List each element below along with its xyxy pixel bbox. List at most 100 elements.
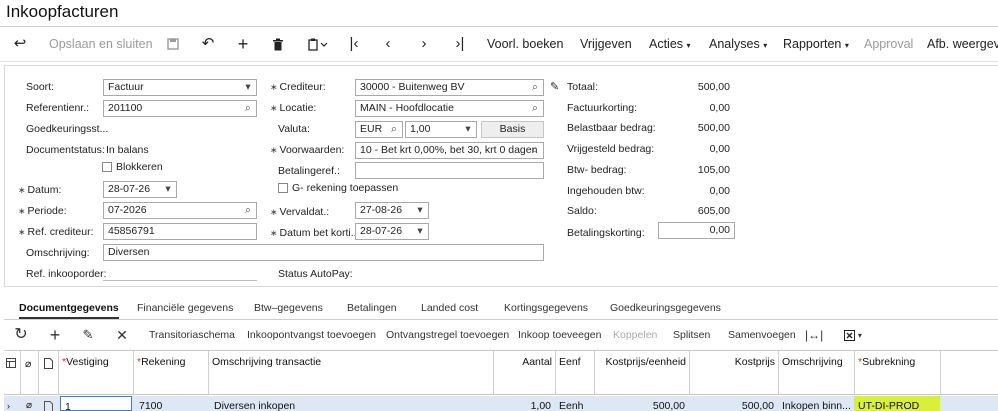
- document-icon: [40, 396, 56, 411]
- period-field[interactable]: 07-2026 ⌕: [103, 202, 257, 219]
- actions-menu[interactable]: Acties ▾: [649, 28, 691, 60]
- tab-approval-data[interactable]: Goedkeuringsgegevens: [610, 297, 721, 319]
- type-value: Factuur: [108, 81, 144, 93]
- tab-payments[interactable]: Betalingen: [347, 297, 397, 319]
- terms-label-text: Voorwaarden:: [279, 144, 345, 156]
- col-transaction-description[interactable]: Omschrijving transactie: [208, 351, 493, 394]
- cell-quantity[interactable]: 1,00: [493, 396, 555, 411]
- add-icon[interactable]: +: [233, 28, 253, 60]
- currency-field[interactable]: EUR ⌕: [355, 121, 403, 138]
- copy-paste-icon[interactable]: [305, 28, 331, 60]
- col-vestiging[interactable]: *Vestiging: [58, 351, 133, 394]
- ref-creditor-field[interactable]: 45856791: [103, 223, 257, 240]
- delete-row-icon[interactable]: ✕: [113, 322, 131, 348]
- tab-landed-cost[interactable]: Landed cost: [421, 297, 478, 319]
- delete-icon[interactable]: [268, 28, 288, 60]
- search-icon: ⌕: [532, 81, 538, 93]
- col-rekening[interactable]: *Rekening: [133, 351, 208, 394]
- back-icon[interactable]: ↩: [10, 28, 30, 60]
- edit-icon[interactable]: ✎: [550, 80, 559, 93]
- analyses-menu[interactable]: Analyses ▾: [709, 28, 767, 60]
- divider: [0, 61, 998, 62]
- merge-button[interactable]: Samenvoegen: [728, 322, 796, 348]
- divider: [4, 319, 998, 320]
- undo-icon[interactable]: ↶: [198, 28, 218, 60]
- col-cost[interactable]: Kostprijs: [689, 351, 778, 394]
- ref-field[interactable]: 201100 ⌕: [103, 100, 257, 117]
- ref-creditor-value: 45856791: [108, 225, 155, 237]
- basis-button[interactable]: Basis: [481, 121, 544, 138]
- total-label: Ingehouden btw:: [567, 184, 645, 197]
- tab-financial-data[interactable]: Financiële gegevens: [137, 297, 233, 319]
- edit-icon[interactable]: ✎: [79, 322, 97, 348]
- cell-transaction-description[interactable]: Diversen inkopen: [210, 396, 493, 411]
- payment-discount-field[interactable]: 0,00: [658, 222, 735, 239]
- ref-value: 201100: [108, 102, 143, 114]
- ref-purchase-order-label: Ref. inkooporder:: [26, 268, 107, 280]
- refresh-icon[interactable]: ↻: [12, 322, 30, 348]
- tab-bar: Documentgegevens Financiële gegevens Btw…: [4, 297, 998, 319]
- chevron-down-icon: ▾: [465, 123, 471, 135]
- approval-status-label: Goedkeuringsst...: [26, 123, 109, 135]
- grid-menu-icon[interactable]: [4, 351, 20, 394]
- cell-subaccount[interactable]: UT-DI-PROD: [854, 396, 940, 411]
- add-receipt-button[interactable]: Inkoopontvangst toevoegen: [247, 322, 376, 348]
- split-button[interactable]: Splitsen: [673, 322, 710, 348]
- cell-description[interactable]: Inkopen binn...: [778, 396, 854, 411]
- location-label-text: Locatie:: [279, 102, 317, 114]
- display-button[interactable]: Afb. weergeve: [927, 28, 998, 60]
- tab-discount-data[interactable]: Kortingsgegevens: [504, 297, 588, 319]
- ref-creditor-label-text: Ref. crediteur:: [27, 226, 94, 238]
- rate-field[interactable]: 1,00 ▾: [405, 121, 477, 138]
- last-record-icon[interactable]: ›|: [450, 28, 470, 60]
- ref-purchase-order-field: [103, 264, 257, 281]
- creditor-field[interactable]: 30000 - Buitenweg BV ⌕: [355, 79, 544, 96]
- col-subaccount[interactable]: *Subrekning: [854, 351, 940, 394]
- link-button[interactable]: Koppelen: [613, 322, 657, 348]
- reports-menu[interactable]: Rapporten ▾: [783, 28, 849, 60]
- g-account-checkbox[interactable]: [278, 183, 288, 193]
- cell-rekening[interactable]: 7100: [135, 396, 208, 411]
- cell-vestiging[interactable]: 1: [60, 396, 132, 411]
- add-receipt-line-button[interactable]: Ontvangstregel toevoegen: [386, 322, 509, 348]
- location-field[interactable]: MAIN - Hoofdlocatie ⌕: [355, 100, 544, 117]
- payment-ref-field[interactable]: [355, 162, 544, 179]
- chevron-down-icon: ▾: [686, 41, 691, 50]
- terms-value: 10 - Bet krt 0,00%, bet 30, krt 0 dagen: [360, 144, 538, 156]
- col-unit[interactable]: Eenf: [555, 351, 594, 394]
- add-row-icon[interactable]: +: [46, 322, 64, 348]
- cell-unit-cost[interactable]: 500,00: [594, 396, 689, 411]
- col-description[interactable]: Omschrijving: [778, 351, 854, 394]
- row-expand-icon[interactable]: ›: [4, 396, 20, 411]
- export-excel-icon[interactable]: ▾: [844, 322, 862, 348]
- approval-button[interactable]: Approval: [864, 28, 913, 60]
- col-quantity[interactable]: Aantal: [493, 351, 555, 394]
- prelim-post-button[interactable]: Voorl. boeken: [487, 28, 563, 60]
- tab-document-data[interactable]: Documentgegevens: [19, 297, 119, 319]
- chevron-down-icon: ▾: [165, 183, 171, 195]
- block-checkbox[interactable]: [102, 162, 112, 172]
- tab-vat-data[interactable]: Btw–gegevens: [254, 297, 323, 319]
- chevron-down-icon: ▾: [857, 331, 862, 340]
- first-record-icon[interactable]: |‹: [344, 28, 364, 60]
- cell-cost[interactable]: 500,00: [689, 396, 778, 411]
- previous-record-icon[interactable]: ‹: [378, 28, 398, 60]
- fit-columns-icon[interactable]: |↔|: [805, 322, 823, 348]
- cell-unit[interactable]: Eenh: [555, 396, 594, 411]
- add-purchase-button[interactable]: Inkoop toeveegen: [518, 322, 602, 348]
- terms-field[interactable]: 10 - Bet krt 0,00%, bet 30, krt 0 dagen ⌕: [355, 142, 544, 159]
- next-record-icon[interactable]: ›: [414, 28, 434, 60]
- release-button[interactable]: Vrijgeven: [580, 28, 632, 60]
- col-unit-cost[interactable]: Kostprijs/eenheid: [594, 351, 689, 394]
- table-row[interactable]: › ⌀ 1 7100 Diversen inkopen 1,00 Eenh 50…: [4, 396, 998, 411]
- transit-schedule-button[interactable]: Transitoriaschema: [149, 322, 235, 348]
- total-label: Btw- bedrag:: [567, 163, 627, 176]
- type-select[interactable]: Factuur ▾: [103, 79, 257, 96]
- due-date-field[interactable]: 27-08-26 ▾: [355, 202, 429, 219]
- payment-discount-label: Betalingskorting:: [567, 227, 645, 239]
- save-close-button[interactable]: Opslaan en sluiten: [49, 28, 153, 60]
- date-field[interactable]: 28-07-26 ▾: [103, 181, 177, 198]
- description-field[interactable]: Diversen: [103, 244, 544, 261]
- save-icon[interactable]: [163, 28, 183, 60]
- discount-date-field[interactable]: 28-07-26 ▾: [355, 223, 429, 240]
